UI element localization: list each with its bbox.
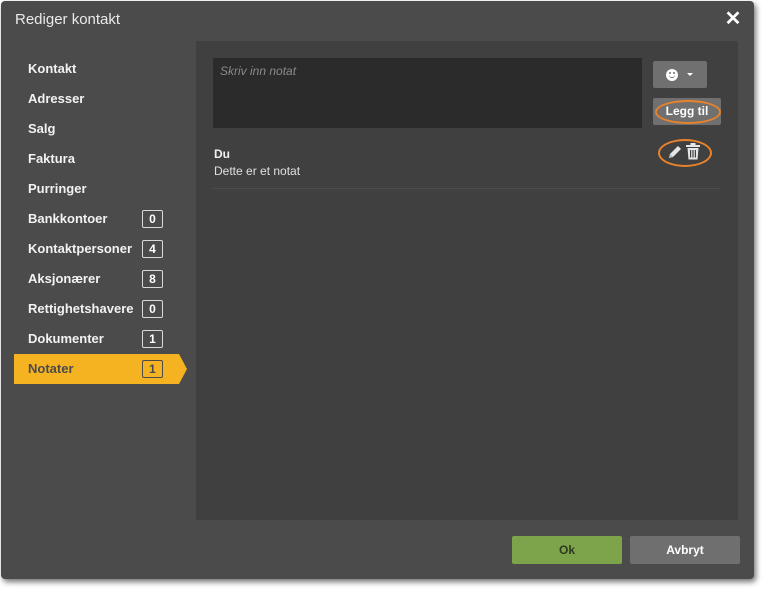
ok-button[interactable]: Ok — [512, 536, 622, 564]
sidebar-item-label: Adresser — [28, 91, 85, 106]
count-badge: 0 — [142, 210, 163, 228]
cancel-button-label: Avbryt — [666, 543, 704, 557]
note-divider — [213, 188, 721, 189]
emoji-button[interactable] — [653, 61, 707, 88]
pencil-icon[interactable] — [667, 144, 683, 160]
sidebar-item-label: Purringer — [28, 181, 87, 196]
sidebar-item-label: Aksjonærer — [28, 271, 101, 286]
smiley-icon — [666, 69, 678, 81]
sidebar-item-rettighetshavere[interactable]: Rettighetshavere 0 — [14, 294, 179, 324]
count-badge: 1 — [142, 330, 163, 348]
sidebar-nav: Kontakt Adresser Salg Faktura Purringer … — [14, 54, 187, 384]
sidebar-item-label: Kontakt — [28, 61, 77, 76]
sidebar-item-label: Kontaktpersoner — [28, 241, 133, 256]
count-badge: 8 — [142, 270, 163, 288]
count-badge: 0 — [142, 300, 163, 318]
sidebar-item-label: Salg — [28, 121, 56, 136]
dialog-titlebar: Rediger kontakt ✕ — [1, 1, 754, 38]
note-input[interactable] — [213, 58, 642, 128]
trash-icon[interactable] — [685, 143, 701, 160]
sidebar-item-label: Rettighetshavere — [28, 301, 134, 316]
sidebar-item-label: Bankkontoer — [28, 211, 108, 226]
sidebar-item-label: Notater — [28, 361, 74, 376]
edit-contact-dialog: Rediger kontakt ✕ Kontakt Adresser Salg … — [1, 1, 754, 579]
close-icon[interactable]: ✕ — [724, 9, 742, 29]
count-badge: 4 — [142, 240, 163, 258]
sidebar-item-label: Faktura — [28, 151, 75, 166]
sidebar-item-aksjonaerer[interactable]: Aksjonærer 8 — [14, 264, 179, 294]
notes-panel: Legg til Du Dette er et notat — [196, 41, 738, 520]
sidebar-item-adresser[interactable]: Adresser — [14, 84, 179, 114]
sidebar-item-notater[interactable]: Notater 1 — [14, 354, 187, 384]
ok-button-label: Ok — [558, 543, 575, 557]
note-author: Du — [214, 147, 230, 161]
sidebar-item-dokumenter[interactable]: Dokumenter 1 — [14, 324, 179, 354]
sidebar-item-label: Dokumenter — [28, 331, 104, 346]
sidebar-item-kontaktpersoner[interactable]: Kontaktpersoner 4 — [14, 234, 179, 264]
add-note-button[interactable]: Legg til — [653, 98, 721, 125]
sidebar-item-faktura[interactable]: Faktura — [14, 144, 179, 174]
chevron-down-icon — [687, 73, 693, 76]
add-note-label: Legg til — [665, 104, 709, 118]
sidebar-item-kontakt[interactable]: Kontakt — [14, 54, 179, 84]
cancel-button[interactable]: Avbryt — [630, 536, 740, 564]
note-text: Dette er et notat — [214, 164, 301, 178]
sidebar-item-purringer[interactable]: Purringer — [14, 174, 179, 204]
dialog-title: Rediger kontakt — [15, 11, 121, 28]
sidebar-item-bankkontoer[interactable]: Bankkontoer 0 — [14, 204, 179, 234]
sidebar-item-salg[interactable]: Salg — [14, 114, 179, 144]
count-badge: 1 — [142, 360, 163, 378]
